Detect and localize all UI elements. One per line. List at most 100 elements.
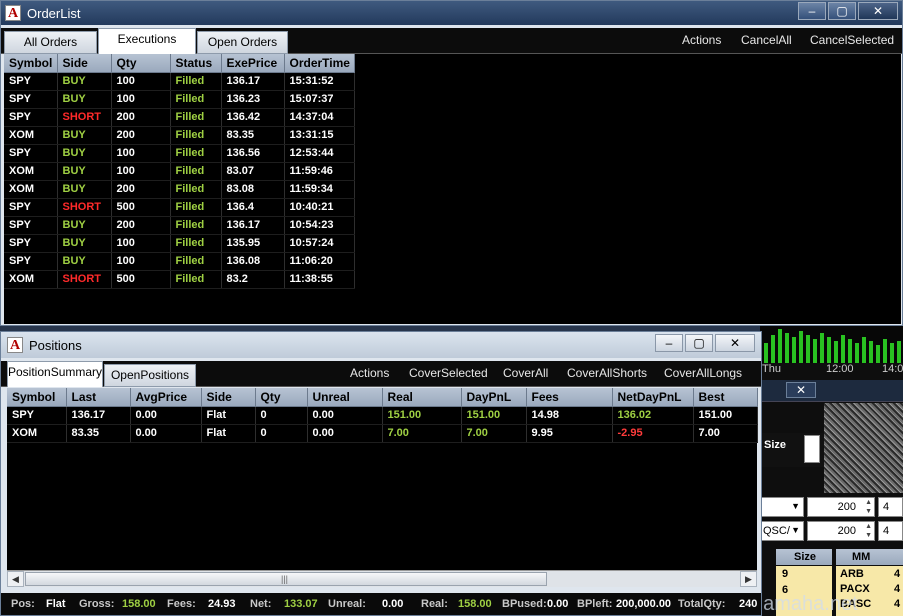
column-header[interactable]: DayPnL [461,388,527,407]
orderlist-titlebar[interactable]: A OrderList – ▢ ✕ [1,1,902,25]
position-summary-grid: Symbol Last AvgPrice Side Qty Unreal Real DayPn… [7,388,758,570]
cell-daypnl: 7.00 [461,424,527,443]
cell-symbol: SPY [4,198,58,217]
cell-symbol: SPY [4,252,58,271]
price-input-2[interactable]: 4 [878,521,903,541]
table-row[interactable]: SPY BUY 100 Filled 136.23 15:07:37 [4,90,355,109]
column-header[interactable]: Best [693,388,758,407]
cover-all-longs-button[interactable]: CoverAllLongs [664,366,742,380]
column-header[interactable]: NetDayPnL [612,388,694,407]
cell-side: SHORT [57,198,112,217]
cover-all-button[interactable]: CoverAll [503,366,548,380]
watermark: hamaha.net [752,593,858,615]
cell-exeprice: 136.17 [221,72,285,91]
column-header[interactable]: Qty [255,388,308,407]
cell-ordertime: 11:59:46 [284,162,355,181]
price-input[interactable]: 4 [878,497,903,517]
close-icon[interactable]: ✕ [786,382,816,398]
cell-status: Filled [170,90,222,109]
cover-selected-button[interactable]: CoverSelected [409,366,488,380]
cell-qty: 200 [111,180,171,199]
tab-open-positions[interactable]: OpenPositions [104,364,196,387]
column-header[interactable]: Side [57,54,112,73]
cell-exeprice: 136.4 [221,198,285,217]
cell-exeprice: 83.2 [221,270,285,289]
quantity-stepper-2[interactable]: 200 ▲ ▼ [807,521,875,541]
column-header[interactable]: Fees [526,388,613,407]
table-row[interactable]: XOM BUY 200 Filled 83.35 13:31:15 [4,126,355,145]
column-header[interactable]: Symbol [7,388,67,407]
cell-symbol: SPY [4,72,58,91]
close-icon[interactable]: ✕ [858,2,898,20]
route-select[interactable]: QSC/ ▼ [760,521,804,541]
positions-titlebar[interactable]: A Positions – ▢ ✕ [1,332,761,358]
positions-table: Symbol Last AvgPrice Side Qty Unreal Real DayPn… [7,388,758,443]
status-bpleft: 200,000.00 [616,598,672,610]
column-header[interactable]: Qty [111,54,171,73]
order-type-select[interactable]: ▼ [760,497,804,517]
executions-table: Symbol Side Qty Status ExePrice OrderTime SPY… [4,54,355,289]
tab-all-orders[interactable]: All Orders [4,31,97,54]
table-row[interactable]: SPY BUY 100 Filled 135.95 10:57:24 [4,234,355,253]
table-row[interactable]: XOM SHORT 500 Filled 83.2 11:38:55 [4,270,355,289]
column-header[interactable]: Last [66,388,131,407]
column-header[interactable]: Symbol [4,54,58,73]
cover-all-shorts-button[interactable]: CoverAllShorts [567,366,647,380]
chart-axis-label: 14:0 [882,363,903,375]
minimize-icon[interactable]: – [655,334,683,352]
scroll-left-icon[interactable]: ◀ [7,571,24,587]
cell-symbol: XOM [4,270,58,289]
actions-menu[interactable]: Actions [682,33,721,47]
scroll-right-icon[interactable]: ▶ [740,571,757,587]
cancel-all-button[interactable]: CancelAll [741,33,792,47]
column-header[interactable]: Side [201,388,256,407]
maximize-icon[interactable]: ▢ [685,334,713,352]
column-header[interactable]: Unreal [307,388,383,407]
cell-last: 136.17 [66,406,131,425]
table-row[interactable]: SPY BUY 200 Filled 136.17 10:54:23 [4,216,355,235]
horizontal-scrollbar[interactable]: ◀ ||| ▶ [7,570,757,587]
quantity-stepper[interactable]: 200 ▲ ▼ [807,497,875,517]
tab-executions[interactable]: Executions [98,28,196,54]
cell-exeprice: 83.35 [221,126,285,145]
spin-arrows-icon: ▲ ▼ [865,499,872,515]
tab-open-orders[interactable]: Open Orders [197,31,288,54]
maximize-icon[interactable]: ▢ [828,2,856,20]
table-row[interactable]: SPY BUY 100 Filled 136.17 15:31:52 [4,72,355,91]
cell-avgprice: 0.00 [130,406,202,425]
table-row[interactable]: SPY BUY 100 Filled 136.08 11:06:20 [4,252,355,271]
window-title: OrderList [27,5,81,21]
cell-side: BUY [57,252,112,271]
table-row[interactable]: SPY SHORT 200 Filled 136.42 14:37:04 [4,108,355,127]
cell-real: 151.00 [382,406,462,425]
cell-real: 7.00 [382,424,462,443]
app-logo-icon: A [5,5,21,21]
level2-mm: ARB [840,568,864,580]
close-icon[interactable]: ✕ [715,334,755,352]
column-header[interactable]: OrderTime [284,54,355,73]
column-header[interactable]: ExePrice [221,54,285,73]
scrollbar-thumb[interactable]: ||| [25,572,547,586]
cancel-selected-button[interactable]: CancelSelected [810,33,894,47]
table-row[interactable]: XOM 83.35 0.00 Flat 0 0.00 7.00 7.00 9.95 -2.95 7.… [7,424,758,443]
table-row[interactable]: XOM BUY 200 Filled 83.08 11:59:34 [4,180,355,199]
cell-symbol: XOM [7,424,67,443]
cell-qty: 200 [111,108,171,127]
column-header[interactable]: AvgPrice [130,388,202,407]
column-header[interactable]: Status [170,54,222,73]
table-row[interactable]: SPY BUY 100 Filled 136.56 12:53:44 [4,144,355,163]
scroll-icon[interactable] [804,435,820,463]
positions-statusbar: Pos: Flat Gross: 158.00 Fees: 24.93 Net:… [1,593,761,615]
cell-ordertime: 10:57:24 [284,234,355,253]
tab-position-summary[interactable]: PositionSummary [7,361,103,387]
table-row[interactable]: SPY SHORT 500 Filled 136.4 10:40:21 [4,198,355,217]
cell-symbol: SPY [4,144,58,163]
table-row[interactable]: XOM BUY 100 Filled 83.07 11:59:46 [4,162,355,181]
actions-menu[interactable]: Actions [350,366,389,380]
cell-side: BUY [57,180,112,199]
column-header[interactable]: Real [382,388,462,407]
minimize-icon[interactable]: – [798,2,826,20]
cell-status: Filled [170,108,222,127]
executions-grid: Symbol Side Qty Status ExePrice OrderTime SPY… [4,54,901,324]
table-row[interactable]: SPY 136.17 0.00 Flat 0 0.00 151.00 151.00 14.98 1… [7,406,758,425]
